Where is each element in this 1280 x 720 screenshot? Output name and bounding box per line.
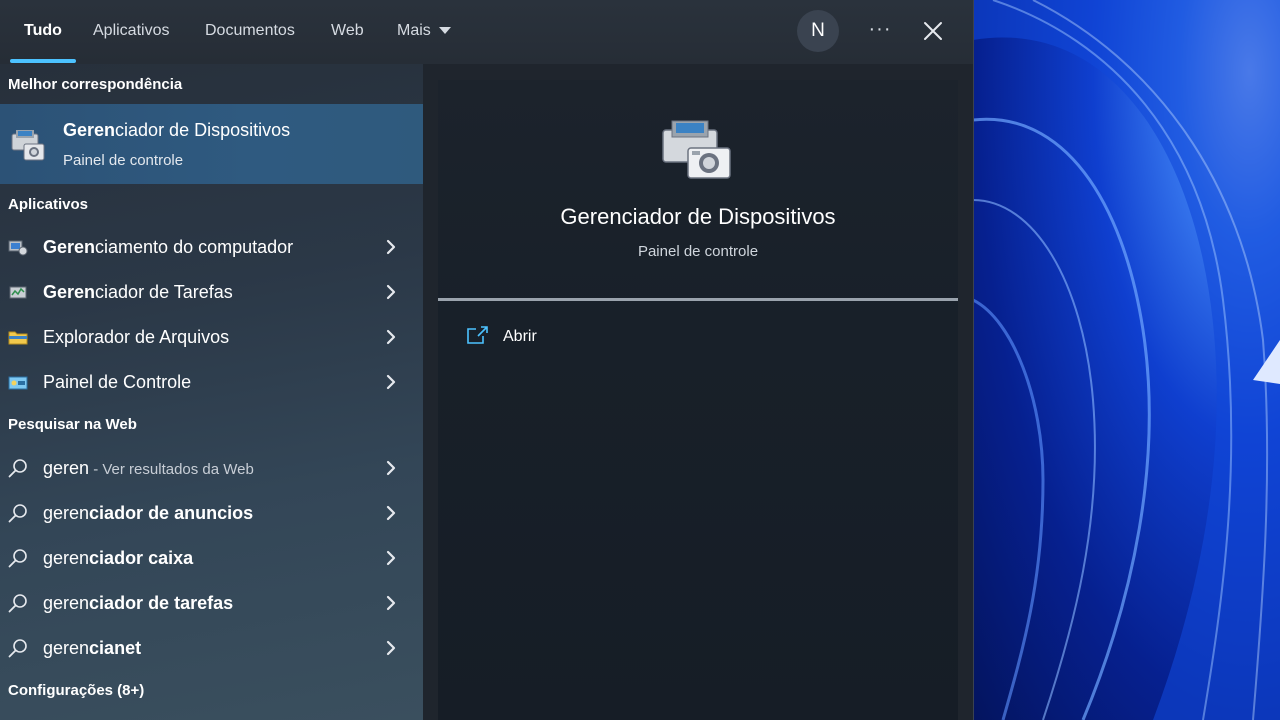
chevron-right-icon [386, 329, 396, 345]
search-icon [8, 459, 27, 478]
chevron-right-icon [386, 460, 396, 476]
app-result-label: Gerenciamento do computador [43, 225, 293, 269]
chevron-right-icon [386, 595, 396, 611]
app-result-label-rest: Explorador de Arquivos [43, 327, 230, 347]
web-result-row[interactable]: gerenciador de tarefas [0, 581, 423, 625]
tab-tudo[interactable]: Tudo [24, 0, 62, 64]
web-result-query: geren [43, 548, 90, 568]
web-result-row[interactable]: geren - Ver resultados da Web [0, 446, 423, 490]
web-result-label: gerenciador de tarefas [43, 581, 233, 625]
app-result-label-rest: ciamento do computador [95, 237, 294, 257]
tab-documentos-label: Documentos [205, 22, 295, 39]
web-result-row[interactable]: gerenciador de anuncios [0, 491, 423, 535]
tab-tudo-label: Tudo [24, 22, 62, 39]
best-match-title-bold: Geren [63, 120, 116, 140]
control-panel-icon [8, 376, 28, 390]
app-result-control-panel[interactable]: Painel de Controle [0, 360, 423, 404]
task-manager-icon [9, 286, 27, 299]
web-result-label: gerencianet [43, 626, 141, 670]
preview-title: Gerenciador de Dispositivos [560, 204, 836, 229]
app-result-label-rest: Painel de Controle [43, 372, 192, 392]
web-result-completion: ciador de anuncios [89, 503, 254, 523]
chevron-down-icon [438, 27, 451, 35]
ellipsis-icon: ··· [868, 18, 892, 40]
app-result-computer-management[interactable]: Gerenciamento do computador [0, 225, 423, 269]
app-result-label: Painel de Controle [43, 360, 191, 404]
computer-management-icon [8, 240, 28, 256]
device-manager-large-icon [662, 120, 731, 179]
chevron-right-icon [386, 505, 396, 521]
search-panel: Tudo Aplicativos Documentos Web Mais N ·… [0, 0, 974, 720]
section-apps: Aplicativos [8, 196, 89, 213]
web-result-query: geren [43, 503, 90, 523]
preview-divider [438, 298, 958, 301]
web-result-label: gerenciador caixa [43, 536, 193, 580]
active-tab-indicator [10, 59, 76, 63]
section-web-search: Pesquisar na Web [8, 416, 137, 433]
best-match-subtitle: Painel de controle [63, 152, 184, 169]
user-avatar[interactable]: N [797, 10, 839, 52]
chevron-right-icon [386, 284, 396, 300]
app-result-label-bold: Geren [43, 237, 96, 257]
web-result-label: gerenciador de anuncios [43, 491, 253, 535]
desktop-wallpaper [973, 0, 1280, 720]
web-result-row[interactable]: gerencianet [0, 626, 423, 670]
file-explorer-icon [8, 331, 28, 345]
web-result-suffix: - Ver resultados da Web [89, 461, 254, 478]
tab-documentos[interactable]: Documentos [205, 0, 295, 64]
search-icon [8, 504, 27, 523]
app-result-file-explorer[interactable]: Explorador de Arquivos [0, 315, 423, 359]
tab-web[interactable]: Web [331, 0, 364, 64]
tab-web-label: Web [331, 22, 364, 39]
close-button[interactable] [918, 16, 948, 46]
best-match-title: Gerenciador de Dispositivos [63, 120, 290, 141]
search-icon [8, 549, 27, 568]
chevron-right-icon [386, 374, 396, 390]
app-result-label-bold: Geren [43, 282, 96, 302]
web-result-query: geren [43, 638, 90, 658]
open-action-label: Abrir [503, 328, 537, 345]
tab-aplicativos[interactable]: Aplicativos [93, 0, 169, 64]
open-external-icon [467, 326, 488, 344]
app-result-label: Explorador de Arquivos [43, 315, 229, 359]
web-result-label: geren - Ver resultados da Web [43, 446, 254, 490]
chevron-right-icon [386, 550, 396, 566]
web-result-query: geren [43, 458, 90, 478]
web-result-row[interactable]: gerenciador caixa [0, 536, 423, 580]
web-result-query: geren [43, 593, 90, 613]
app-result-label-rest: ciador de Tarefas [95, 282, 233, 302]
avatar-initial: N [811, 20, 825, 41]
close-icon [924, 22, 942, 40]
app-result-task-manager[interactable]: Gerenciador de Tarefas [0, 270, 423, 314]
preview-subtitle: Painel de controle [637, 243, 759, 260]
more-options-button[interactable]: ··· [866, 18, 894, 46]
tab-mais-label: Mais [397, 22, 431, 39]
web-result-completion: ciador caixa [89, 548, 194, 568]
web-result-completion: cianet [89, 638, 142, 658]
best-match-item[interactable]: Gerenciador de Dispositivos Painel de co… [0, 104, 423, 184]
section-settings[interactable]: Configurações (8+) [8, 682, 144, 699]
search-icon [8, 639, 27, 658]
best-match-title-rest: ciador de Dispositivos [115, 120, 291, 140]
wallpaper-swirl [973, 0, 1280, 720]
search-tab-bar: Tudo Aplicativos Documentos Web Mais N ·… [0, 0, 973, 64]
app-result-label: Gerenciador de Tarefas [43, 270, 233, 314]
chevron-right-icon [386, 239, 396, 255]
tab-mais[interactable]: Mais [397, 0, 451, 64]
tab-aplicativos-label: Aplicativos [93, 22, 170, 39]
search-icon [8, 594, 27, 613]
chevron-right-icon [386, 640, 396, 656]
device-manager-icon [11, 130, 45, 161]
section-best-match: Melhor correspondência [8, 76, 183, 93]
web-result-completion: ciador de tarefas [89, 593, 234, 613]
